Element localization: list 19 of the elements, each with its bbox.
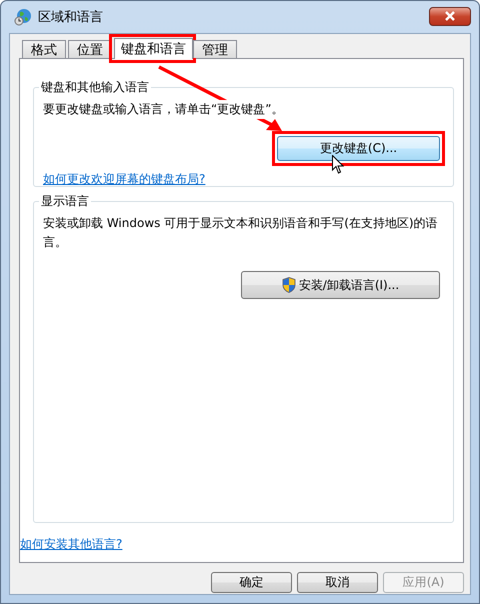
dialog-button[interactable]: 取消 [297, 572, 378, 593]
group-title: 键盘和其他输入语言 [40, 79, 150, 96]
close-icon [444, 11, 456, 21]
tab[interactable]: 键盘和语言 [114, 38, 193, 59]
close-button[interactable] [429, 6, 471, 26]
change-keyboard-button[interactable]: 更改键盘(C)... [277, 136, 440, 161]
tab[interactable]: 管理 [193, 40, 237, 58]
description-text: 安装或卸载 Windows 可用于显示文本和识别语音和手写(在支持地区)的语言。 [43, 215, 439, 251]
globe-icon [14, 8, 32, 26]
layout-link[interactable]: 如何更改欢迎屏幕的键盘布局? [43, 171, 206, 188]
group-title: 显示语言 [40, 193, 90, 210]
shield-icon [282, 277, 296, 293]
window-title: 区域和语言 [38, 9, 103, 26]
tab[interactable]: 格式 [22, 40, 66, 58]
dialog-button[interactable]: 确定 [211, 572, 292, 593]
cursor-icon [332, 155, 344, 174]
install-language-button[interactable]: 安装/卸载语言(I)... [241, 271, 440, 299]
tab[interactable]: 位置 [68, 40, 112, 58]
install-languages-link[interactable]: 如何安装其他语言? [20, 536, 122, 553]
